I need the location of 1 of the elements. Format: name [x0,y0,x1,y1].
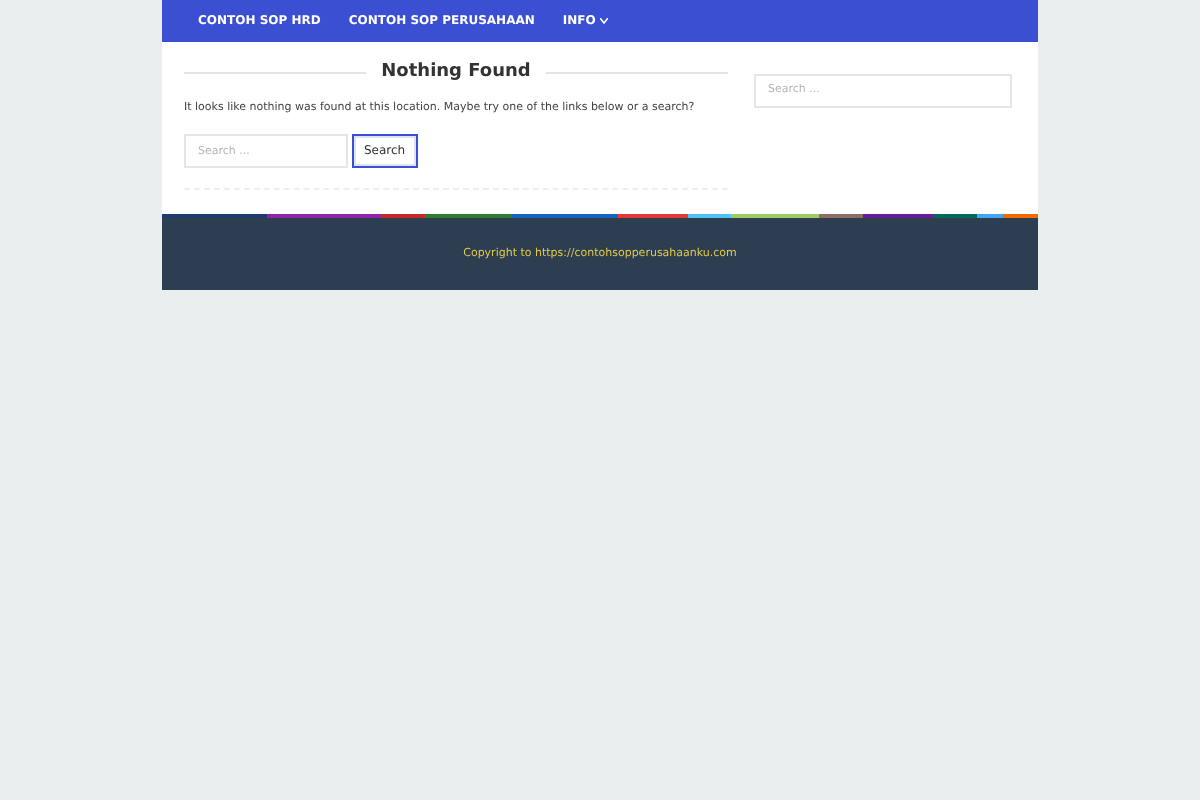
page-heading: Nothing Found [381,62,531,82]
